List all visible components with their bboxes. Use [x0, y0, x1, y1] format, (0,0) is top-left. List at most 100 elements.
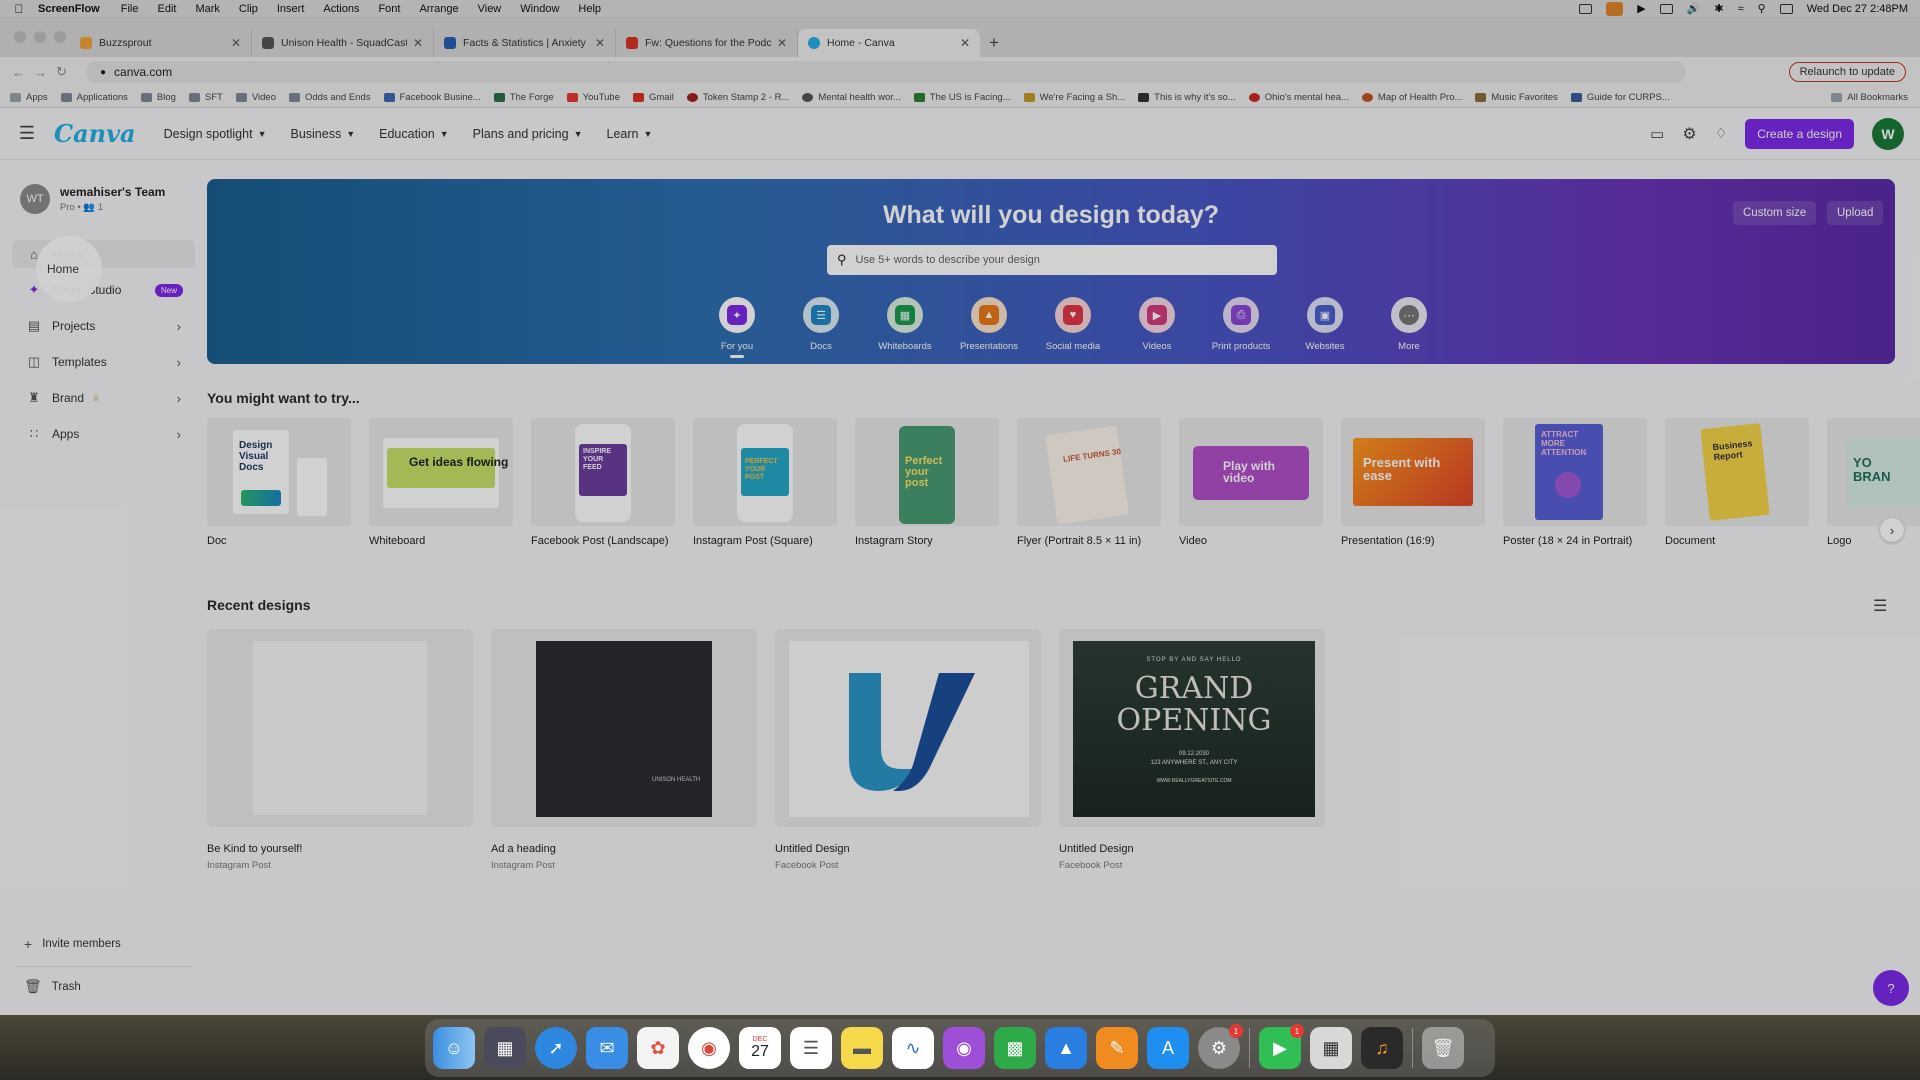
- menu-file[interactable]: File: [121, 3, 139, 15]
- notifications-bell-icon[interactable]: ♢: [1715, 125, 1728, 142]
- system-settings-icon[interactable]: ⚙ 1: [1198, 1024, 1243, 1069]
- category-presentations[interactable]: ▲ Presentations: [947, 297, 1031, 358]
- menu-help[interactable]: Help: [578, 3, 601, 15]
- bookmark-item[interactable]: We're Facing a Sh...: [1023, 92, 1125, 103]
- close-window-button[interactable]: [14, 31, 26, 43]
- design-search-input[interactable]: ⚲ Use 5+ words to describe your design: [827, 245, 1277, 275]
- control-center-icon[interactable]: [1779, 3, 1793, 14]
- bookmark-item[interactable]: The Forge: [493, 92, 554, 103]
- new-tab-button[interactable]: +: [980, 29, 1008, 57]
- bookmark-item[interactable]: This is why it's so...: [1138, 92, 1236, 103]
- close-tab-icon[interactable]: ✕: [960, 36, 970, 50]
- menu-arrange[interactable]: Arrange: [419, 3, 458, 15]
- help-button[interactable]: ?: [1873, 970, 1909, 1006]
- relaunch-button[interactable]: Relaunch to update: [1788, 62, 1906, 82]
- wifi-icon[interactable]: ≈: [1738, 3, 1744, 15]
- facetime-icon[interactable]: ▶ 1: [1259, 1024, 1304, 1069]
- all-bookmarks[interactable]: All Bookmarks: [1831, 92, 1908, 103]
- menu-insert[interactable]: Insert: [277, 3, 305, 15]
- podcasts-icon[interactable]: ◉: [943, 1027, 985, 1069]
- bookmark-item[interactable]: Music Favorites: [1475, 92, 1558, 103]
- bookmark-item[interactable]: Guide for CURPS...: [1570, 92, 1670, 103]
- recent-design-card[interactable]: Untitled Design Facebook Post: [775, 629, 1041, 871]
- url-field[interactable]: ● canva.com: [86, 61, 1686, 83]
- screen-record-icon[interactable]: [1579, 3, 1593, 14]
- bluetooth-icon[interactable]: ✱: [1714, 2, 1723, 15]
- nav-plans-pricing[interactable]: Plans and pricing ▼: [473, 127, 583, 141]
- template-card-whiteboard[interactable]: Get ideas flowing Whiteboard: [369, 418, 513, 547]
- bookmark-item[interactable]: YouTube: [566, 92, 620, 103]
- menu-edit[interactable]: Edit: [157, 3, 176, 15]
- garageband-icon[interactable]: ♫: [1361, 1027, 1403, 1069]
- bookmark-item[interactable]: Ohio's mental hea...: [1248, 92, 1349, 103]
- bookmark-folder[interactable]: Odds and Ends: [289, 92, 371, 103]
- category-print-products[interactable]: ⎙ Print products: [1199, 297, 1283, 358]
- template-card-instagram-post[interactable]: PERFECT YOUR POST Instagram Post (Square…: [693, 418, 837, 547]
- display-icon[interactable]: [1659, 3, 1673, 14]
- canva-logo[interactable]: Canva: [54, 119, 136, 148]
- sidebar-item-templates[interactable]: ◫ Templates ›: [12, 348, 195, 376]
- mail-icon[interactable]: ✉: [586, 1027, 628, 1069]
- bookmark-folder[interactable]: Video: [235, 92, 276, 103]
- app-menu-screenflow[interactable]: ScreenFlow: [38, 3, 100, 15]
- spotlight-search-icon[interactable]: ⚲: [1758, 2, 1766, 15]
- bookmark-item[interactable]: Map of Health Pro...: [1361, 92, 1462, 103]
- browser-tab[interactable]: Fw: Questions for the Podcast ✕: [616, 29, 798, 57]
- template-card-flyer[interactable]: LIFE TURNS 30 Flyer (Portrait 8.5 × 11 i…: [1017, 418, 1161, 547]
- category-videos[interactable]: ▶ Videos: [1115, 297, 1199, 358]
- preview-icon[interactable]: ▦: [1310, 1027, 1352, 1069]
- nav-education[interactable]: Education ▼: [379, 127, 449, 141]
- notes-icon[interactable]: ▬: [841, 1027, 883, 1069]
- template-card-poster[interactable]: ATTRACT MORE ATTENTION Poster (18 × 24 i…: [1503, 418, 1647, 547]
- photos-icon[interactable]: ✿: [637, 1027, 679, 1069]
- invite-members-button[interactable]: + Invite members: [24, 936, 121, 952]
- bookmark-folder[interactable]: Applications: [60, 92, 128, 103]
- template-card-video[interactable]: Play with video Video: [1179, 418, 1323, 547]
- template-card-document[interactable]: Business Report Document: [1665, 418, 1809, 547]
- app-store-icon[interactable]: A: [1147, 1027, 1189, 1069]
- sidebar-item-apps[interactable]: ∷ Apps ›: [12, 420, 195, 448]
- reload-icon[interactable]: ↻: [56, 64, 78, 80]
- template-card-facebook-post[interactable]: INSPIRE YOUR FEED Facebook Post (Landsca…: [531, 418, 675, 547]
- finder-icon[interactable]: ☺: [433, 1027, 475, 1069]
- category-websites[interactable]: ▣ Websites: [1283, 297, 1367, 358]
- trash-icon[interactable]: 🗑: [1422, 1027, 1464, 1069]
- menubar-clock[interactable]: Wed Dec 27 2:48PM: [1807, 3, 1908, 15]
- launchpad-icon[interactable]: ▦: [484, 1027, 526, 1069]
- settings-gear-icon[interactable]: ⚙: [1682, 124, 1696, 144]
- upload-button[interactable]: Upload: [1827, 201, 1884, 225]
- recent-design-card[interactable]: UNISON HEALTH Ad a heading Instagram Pos…: [491, 629, 757, 871]
- bookmark-item[interactable]: Facebook Busine...: [383, 92, 481, 103]
- menu-mark[interactable]: Mark: [195, 3, 219, 15]
- category-whiteboards[interactable]: ▦ Whiteboards: [863, 297, 947, 358]
- minimize-window-button[interactable]: [34, 31, 46, 43]
- desktop-app-icon[interactable]: ▭: [1650, 125, 1664, 143]
- category-for-you[interactable]: ✦ For you: [695, 297, 779, 358]
- list-view-icon[interactable]: ☰: [1873, 596, 1887, 616]
- browser-tab[interactable]: Facts & Statistics | Anxiety an ✕: [434, 29, 616, 57]
- recording-status-icon[interactable]: [1606, 1, 1624, 16]
- browser-tab[interactable]: Buzzsprout ✕: [70, 29, 252, 57]
- zoom-window-button[interactable]: [54, 31, 66, 43]
- freeform-icon[interactable]: ∿: [892, 1027, 934, 1069]
- nav-learn[interactable]: Learn ▼: [607, 127, 653, 141]
- category-docs[interactable]: ☰ Docs: [779, 297, 863, 358]
- bookmark-item[interactable]: Token Stamp 2 - R...: [686, 92, 789, 103]
- keynote-icon[interactable]: ▲: [1045, 1027, 1087, 1069]
- browser-tab[interactable]: Unison Health - SquadCast ✕: [252, 29, 434, 57]
- scroll-right-arrow-icon[interactable]: ›: [1880, 518, 1904, 542]
- forward-arrow-icon[interactable]: →: [34, 65, 56, 80]
- menu-clip[interactable]: Clip: [239, 3, 258, 15]
- browser-tab-active[interactable]: Home - Canva ✕: [798, 29, 980, 57]
- volume-icon[interactable]: 🔊: [1687, 2, 1701, 15]
- close-tab-icon[interactable]: ✕: [777, 36, 787, 50]
- template-card-logo[interactable]: YO BRAN Logo: [1827, 418, 1920, 547]
- category-more[interactable]: ⋯ More: [1367, 297, 1451, 358]
- template-card-presentation[interactable]: Present with ease Presentation (16:9): [1341, 418, 1485, 547]
- menu-font[interactable]: Font: [378, 3, 400, 15]
- calendar-icon[interactable]: DEC 27: [739, 1027, 781, 1069]
- menu-actions[interactable]: Actions: [323, 3, 359, 15]
- apple-icon[interactable]: : [0, 2, 38, 16]
- bookmark-item[interactable]: Mental health wor...: [802, 92, 901, 103]
- close-tab-icon[interactable]: ✕: [595, 36, 605, 50]
